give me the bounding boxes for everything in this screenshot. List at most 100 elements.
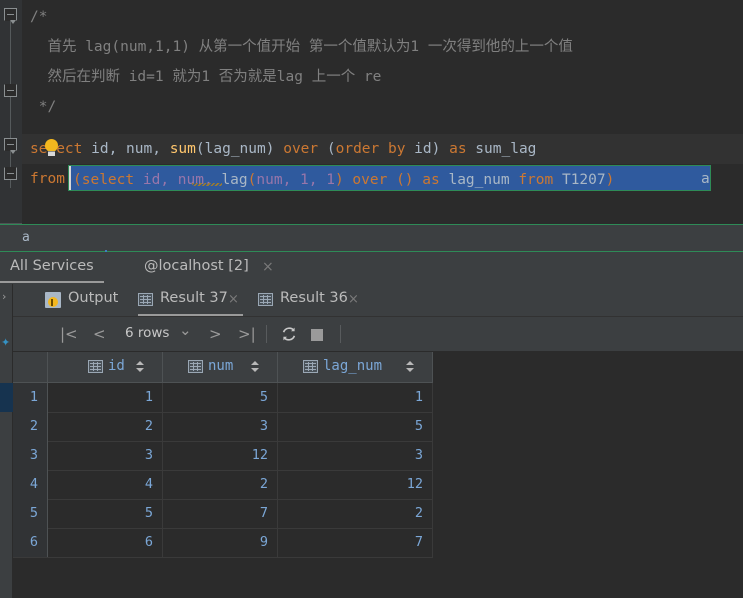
cell-lag_num[interactable]: 2 [278,499,433,528]
table-row[interactable]: 4 4 2 12 [13,470,433,500]
sel-keyword-over: over [352,172,388,188]
sql-editor[interactable]: /* 首先 lag(num,1,1) 从第一个值开始 第一个值默认为1 一次得到… [0,0,743,224]
table-row[interactable]: 1151 [0,383,433,413]
prev-page-button[interactable]: < [93,325,106,343]
fold-marker-select-open[interactable] [4,138,17,154]
cell-lag_num[interactable]: 12 [278,470,433,499]
result-toolbar[interactable]: |< < 6 rows ⌄ > >| [13,317,743,352]
row-number[interactable]: 5 [13,499,48,528]
pin-icon[interactable] [314,325,332,343]
all-services-label[interactable]: All Services [10,258,94,274]
sel-alias-lag-num: lag_num [439,172,519,188]
cell-num[interactable]: 12 [163,441,278,470]
sel-table-name: T1207 [553,172,606,188]
tab-output[interactable]: Output [33,284,133,316]
row-selection-marker [0,383,13,412]
cell-id[interactable]: 4 [48,470,163,499]
toolbar-separator-1 [266,325,267,343]
connection-label[interactable]: @localhost [2] [144,258,249,274]
order-by-args: id) [405,141,450,157]
tab-result-37[interactable]: Result 37 × [138,284,268,316]
marker-icon: ✦ [1,336,11,349]
lightbulb-icon[interactable] [44,139,59,156]
grid-header-id[interactable]: id [48,352,163,382]
tool-window-strip[interactable]: › ✦ [0,284,13,598]
function-sum: sum [169,141,196,157]
row-number[interactable]: 4 [13,470,48,499]
output-icon [45,292,61,308]
grid-icon [138,293,153,306]
select-columns: id, num, [82,141,170,157]
row-number[interactable]: 1 [13,383,48,412]
result-tab-bar[interactable]: Output Result 37 × Result 36 × [13,284,743,317]
table-row[interactable]: 5572 [13,499,433,529]
tab-output-label: Output [68,290,119,306]
sel-function-lag: lag [221,172,248,188]
cell-lag_num[interactable]: 3 [278,441,433,470]
cell-lag_num[interactable]: 5 [278,412,433,441]
sort-indicator-icon[interactable] [406,361,414,373]
grid-header-row: id num lag_num [13,352,433,383]
cell-id[interactable]: 1 [48,383,163,412]
sort-indicator-icon[interactable] [251,361,259,373]
grid-icon [258,293,273,306]
grid-header-lag-num[interactable]: lag_num [278,352,433,382]
lightbulb-base [48,151,55,156]
cell-num[interactable]: 5 [163,383,278,412]
selected-subquery[interactable]: (select id, num, lag(num, 1, 1) over () … [68,165,711,191]
next-page-button[interactable]: > [209,325,222,343]
tab-result-36-close-icon[interactable]: × [348,292,359,307]
tab-result-36[interactable]: Result 36 × [258,284,388,316]
toolbar-separator-2 [340,325,341,343]
cell-id[interactable]: 3 [48,441,163,470]
breadcrumb-label: a [22,230,30,245]
cell-id[interactable]: 2 [48,412,163,441]
cell-lag_num[interactable]: 1 [278,383,433,412]
first-page-button[interactable]: |< [60,325,78,343]
sel-keyword-select: select [81,172,135,188]
code-line-comment-start: /* [30,9,48,25]
row-number[interactable]: 6 [13,528,48,557]
sel-over-args: () [387,172,423,188]
cell-id[interactable]: 5 [48,499,163,528]
column-type-icon [188,360,203,373]
cell-num[interactable]: 3 [163,412,278,441]
editor-gutter[interactable] [0,0,22,224]
tab-result-37-label: Result 37 [160,290,228,306]
close-icon[interactable]: × [262,259,274,275]
cell-lag_num[interactable]: 7 [278,528,433,557]
row-count-label[interactable]: 6 rows [125,325,169,341]
last-page-button[interactable]: >| [238,325,256,343]
cell-num[interactable]: 9 [163,528,278,557]
services-tab-row[interactable]: All Services @localhost [2] × [0,252,743,529]
row-number[interactable]: 3 [13,441,48,470]
refresh-icon[interactable] [281,326,297,342]
tab-result-37-close-icon[interactable]: × [228,292,239,307]
cell-num[interactable]: 7 [163,499,278,528]
fold-marker-from-close[interactable] [4,167,17,180]
cell-num[interactable]: 2 [163,470,278,499]
fold-rail [10,18,11,188]
chevron-right-icon[interactable]: › [2,290,6,303]
chevron-down-icon[interactable]: ⌄ [179,321,192,339]
cell-id[interactable]: 6 [48,528,163,557]
table-row[interactable]: 3 3 12 3 [13,441,433,471]
sql-ide-window: /* 首先 lag(num,1,1) 从第一个值开始 第一个值默认为1 一次得到… [0,0,743,598]
fold-marker-comment-open[interactable] [4,8,17,24]
keyword-order-by: order by [335,141,406,157]
sort-indicator-icon[interactable] [136,361,144,373]
code-line-comment-end: */ [30,99,57,115]
row-number[interactable]: 2 [13,412,48,441]
breadcrumb[interactable]: a [0,224,743,253]
grid-header-lag-num-label: lag_num [323,358,383,374]
table-row[interactable]: 6697 [13,528,433,558]
grid-header-num[interactable]: num [163,352,278,382]
result-data-grid[interactable]: id num lag_num 1 1 5 1 2 2 3 5 3 3 12 3 … [0,352,743,598]
grid-header-corner [13,352,48,382]
sel-paren-open: ( [73,172,82,188]
table-row[interactable]: 2235 [13,412,433,442]
fold-marker-comment-close[interactable] [4,84,17,97]
active-tab-underline [138,314,243,316]
alias-sum-lag: sum_lag [466,141,537,157]
code-line-comment-2: 然后在判断 id=1 就为1 否为就是lag 上一个 re [30,69,382,85]
